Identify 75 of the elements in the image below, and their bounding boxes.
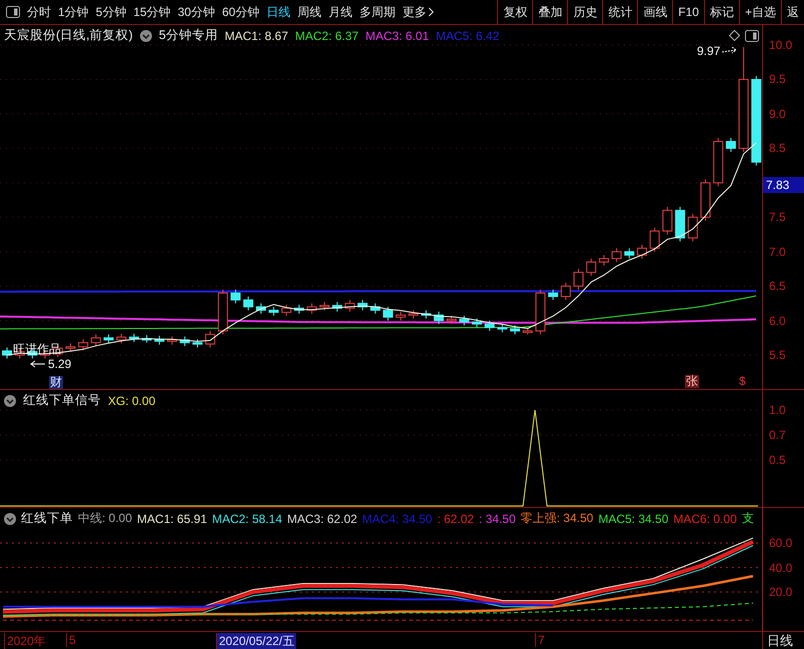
price-axis-label: 5.5 <box>768 348 787 362</box>
indicator-value: : 34.50 <box>478 512 516 526</box>
chevron-down-icon[interactable] <box>4 394 16 406</box>
period-tab[interactable]: 5分钟 <box>96 4 126 20</box>
finance-badge[interactable]: 财 <box>49 376 63 389</box>
high-price-label: 9.97 <box>697 44 720 58</box>
panel-toggle-icon[interactable] <box>6 6 20 18</box>
indicator-value: 零上强: 34.50 <box>520 510 594 527</box>
price-axis-label: 10.0 <box>768 38 794 52</box>
price-axis-label: 6.0 <box>768 314 787 328</box>
indicator-value: XG: 0.00 <box>108 394 156 408</box>
price-axis-label: 7.5 <box>768 210 787 224</box>
period-tab[interactable]: 分时 <box>27 4 51 20</box>
period-label: 日线 <box>762 632 804 649</box>
toolbar-button[interactable]: 历史 <box>567 0 602 24</box>
chevron-down-icon[interactable] <box>140 30 152 42</box>
indicator-value: MAC5: 34.50 <box>598 512 668 526</box>
formula-name: 5分钟专用 <box>158 27 218 44</box>
indicator-value: MAC3: 6.01 <box>366 28 429 42</box>
toolbar-button[interactable]: 复权 <box>497 0 532 24</box>
indicator-value: MAC4: 34.50 <box>362 512 432 526</box>
arrow-icon <box>30 360 46 368</box>
value-axis-label: 40.0 <box>768 560 794 574</box>
price-axis-label: 7.0 <box>768 244 787 259</box>
indicator-value: 支 <box>742 510 754 527</box>
dollar-badge[interactable]: $ <box>738 375 747 388</box>
period-tab[interactable]: 更多 <box>402 4 436 20</box>
indicator-value: MAC5: 6.42 <box>436 28 500 42</box>
diamond-icon[interactable] <box>729 30 740 41</box>
period-tab[interactable]: 15分钟 <box>133 4 171 20</box>
value-axis-label: 20.0 <box>768 585 794 599</box>
low-price-label: 5.29 <box>48 357 72 371</box>
period-tab[interactable]: 日线 <box>266 4 290 20</box>
date-label: 2020/05/22/五 <box>216 633 296 649</box>
toolbar-button[interactable]: 叠加 <box>532 0 568 24</box>
indicator-value: MAC3: 62.02 <box>287 512 358 526</box>
toolbar-button[interactable]: 统计 <box>602 0 638 24</box>
panel-toggle-icon[interactable] <box>745 30 759 42</box>
indicator-value: MAC2: 58.14 <box>212 512 282 526</box>
price-axis-label: 9.5 <box>768 72 787 86</box>
indicator-value: MAC1: 8.67 <box>224 28 288 42</box>
period-tab[interactable]: 月线 <box>328 4 352 20</box>
value-axis-label: 60.0 <box>768 536 794 550</box>
chevron-right-icon <box>428 7 436 17</box>
indicator-value: MAC6: 0.00 <box>673 512 737 526</box>
current-price-tag: 7.83 <box>763 177 804 193</box>
indicator-value: MAC1: 65.91 <box>137 512 208 526</box>
indicator-title: 红线下单信号 <box>23 392 101 409</box>
date-label: 7 <box>535 633 547 647</box>
arrow-icon <box>722 47 738 55</box>
date-label: 2020年 <box>4 633 48 649</box>
price-axis-label: 9.0 <box>768 106 787 121</box>
indicator-value: MAC2: 6.37 <box>295 28 359 42</box>
value-axis-label: 0.7 <box>768 428 787 442</box>
date-label: 5 <box>66 633 78 647</box>
chevron-down-icon[interactable] <box>4 512 16 524</box>
value-axis-label: 0.5 <box>768 453 787 467</box>
price-axis-label: 6.5 <box>768 279 787 294</box>
toolbar-button[interactable]: +自选 <box>738 0 781 24</box>
limit-up-badge[interactable]: 张 <box>685 375 699 388</box>
indicator-value: : 62.02 <box>437 512 474 526</box>
period-tab[interactable]: 1分钟 <box>58 4 89 20</box>
period-tab[interactable]: 周线 <box>297 4 322 20</box>
chart-title: 天宸股份(日线,前复权) <box>4 27 133 44</box>
period-tab[interactable]: 30分钟 <box>178 4 216 20</box>
period-tab[interactable]: 多周期 <box>359 4 396 20</box>
indicator-value: 中线: 0.00 <box>78 510 132 527</box>
toolbar-button[interactable]: 画线 <box>637 0 672 24</box>
toolbar-button[interactable]: 返 <box>781 0 804 24</box>
price-axis-label: 8.5 <box>768 141 787 156</box>
value-axis-label: 1.0 <box>768 403 787 417</box>
indicator-title: 红线下单 <box>21 510 73 527</box>
toolbar-button[interactable]: 标记 <box>704 0 739 24</box>
toolbar-button[interactable]: F10 <box>672 0 704 24</box>
period-tab[interactable]: 60分钟 <box>222 4 260 20</box>
